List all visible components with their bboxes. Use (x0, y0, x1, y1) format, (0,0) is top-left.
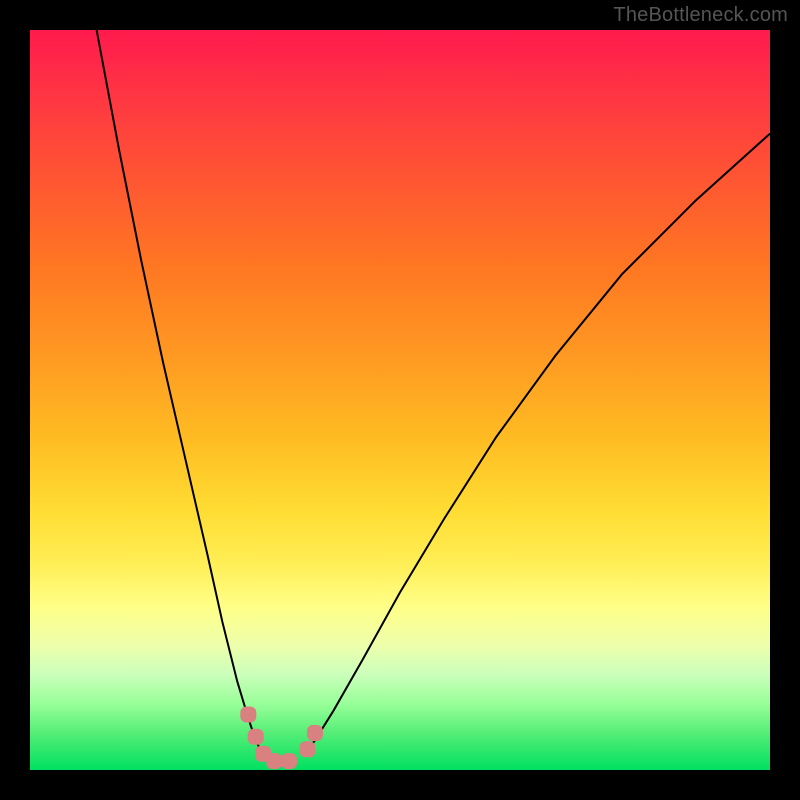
marker-point (240, 707, 256, 723)
marker-point (266, 753, 282, 769)
marker-point (307, 725, 323, 741)
marker-group (240, 707, 323, 770)
watermark-text: TheBottleneck.com (613, 4, 788, 27)
curve-left-branch (97, 30, 264, 755)
plot-area (30, 30, 770, 770)
marker-point (300, 741, 316, 757)
marker-point (248, 729, 264, 745)
chart-frame: TheBottleneck.com (0, 0, 800, 800)
curve-right-branch (304, 134, 770, 756)
curve-svg (30, 30, 770, 770)
marker-point (281, 753, 297, 769)
